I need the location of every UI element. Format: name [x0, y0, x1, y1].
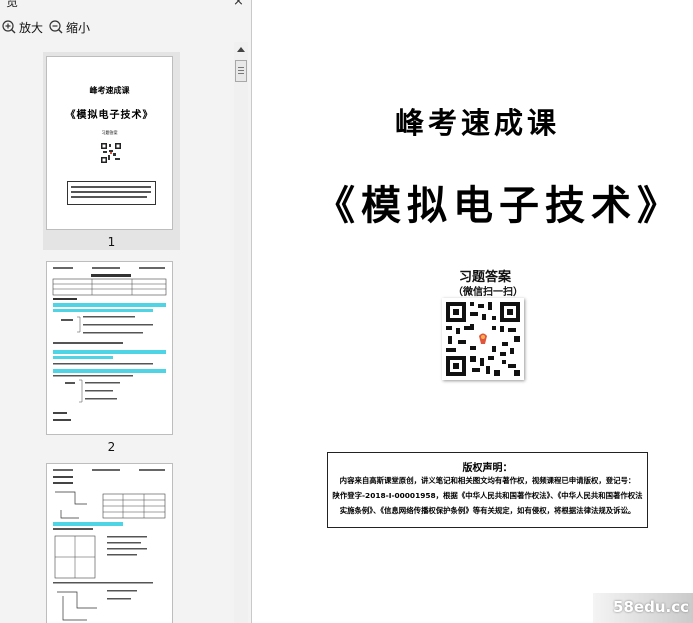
zoom-in-button[interactable]: 放大: [2, 19, 43, 36]
sidebar-title: 览: [6, 0, 19, 9]
copyright-title: 版权声明：: [462, 463, 513, 474]
thumb1-title: 《模拟电子技术》: [65, 110, 154, 121]
zoom-in-label: 放大: [19, 20, 44, 35]
watermark: 58edu.cc: [593, 593, 693, 623]
thumb1-answer: 习题答案: [101, 130, 118, 135]
zoom-out-icon: [49, 20, 63, 34]
thumbnail-page-number-1: 1: [107, 235, 116, 249]
page-heading: 峰考速成课: [395, 106, 561, 140]
document-page: 峰考速成课 《模拟电子技术》 习题答案 （微信扫一扫） 版权声明： 内容来自高斯…: [253, 0, 693, 623]
thumbnail-page-number-2: 2: [107, 440, 116, 454]
thumb2-content-preview: [52, 267, 167, 421]
copyright-notice: 版权声明： 内容来自高斯课堂原创，讲义笔记和相关图文均有著作权，视频课程已申请版…: [327, 452, 648, 528]
zoom-out-button[interactable]: 缩小: [49, 19, 90, 36]
copyright-line-2: 陕作登字-2018-I-00001958，根据《中华人民共和国著作权法》、《中华…: [332, 491, 643, 500]
scan-label: （微信扫一扫）: [453, 287, 523, 298]
scroll-up-arrow-icon[interactable]: [234, 42, 248, 56]
copyright-line-1: 内容来自高斯课堂原创，讲义笔记和相关图文均有著作权，视频课程已申请版权，登记号：: [339, 476, 636, 485]
sidebar-scrollbar[interactable]: [234, 42, 248, 623]
thumbnail-page-2[interactable]: [46, 261, 173, 435]
close-sidebar-button[interactable]: ×: [233, 0, 244, 9]
thumb1-copyright-box: [67, 181, 156, 205]
thumb1-qr-icon: [100, 142, 122, 164]
thumb3-content-preview: [53, 469, 166, 621]
zoom-out-label: 缩小: [66, 20, 91, 35]
watermark-text: 58edu.cc: [613, 598, 689, 616]
book-title: 《模拟电子技术》: [315, 182, 683, 229]
zoom-in-icon: [2, 20, 16, 34]
thumb1-heading: 峰考速成课: [89, 85, 130, 95]
thumbnail-page-3[interactable]: [46, 463, 173, 623]
copyright-line-3: 实施条例》、《信息网络传播权保护条例》等有关规定，如有侵权，将根据法律法规及诉讼…: [339, 506, 636, 515]
thumbnail-sidebar: 览 × 放大 缩小 峰考速成课 《模拟电子技术》 习题答案 1 2: [0, 0, 252, 623]
zoom-toolbar: 放大 缩小: [0, 16, 251, 38]
qr-code-icon: [442, 298, 524, 380]
scrollbar-thumb[interactable]: [235, 60, 247, 82]
thumbnail-page-1[interactable]: 峰考速成课 《模拟电子技术》 习题答案: [46, 56, 173, 230]
